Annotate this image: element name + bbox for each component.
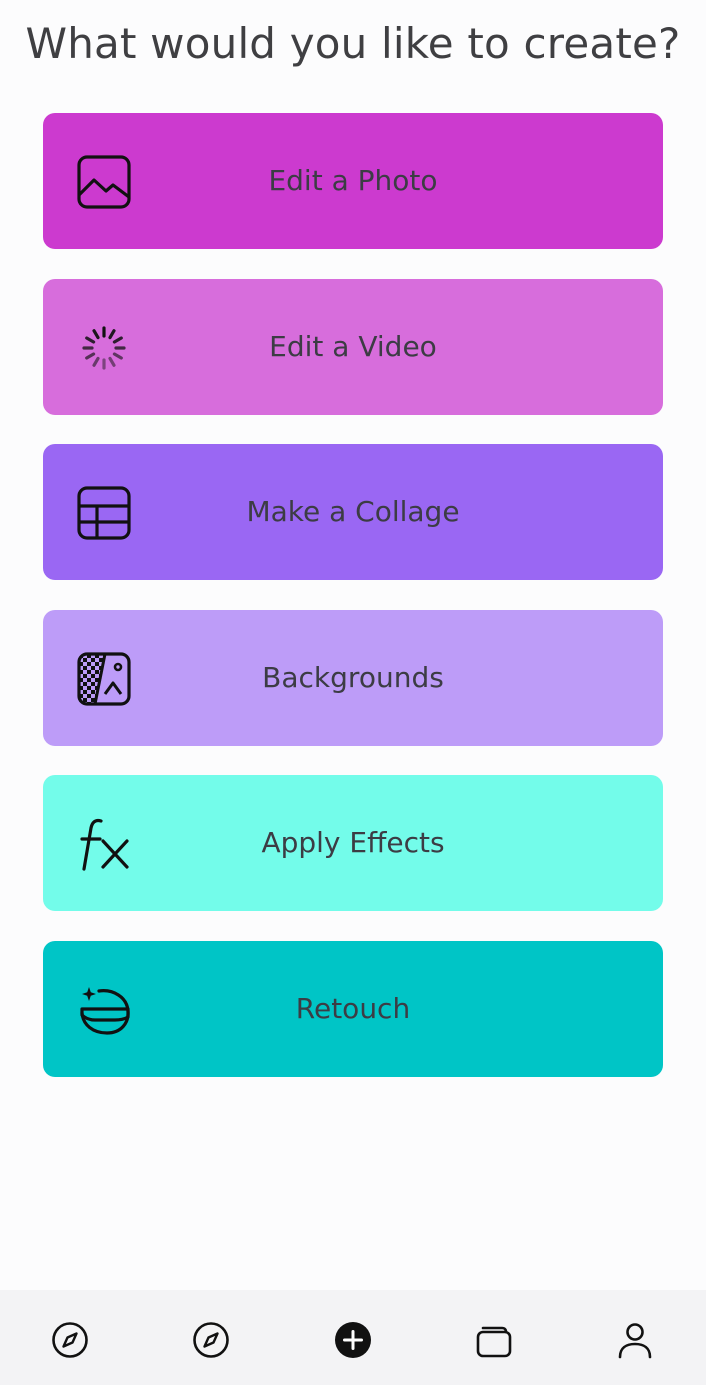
plus-circle-icon <box>335 1322 371 1358</box>
nav-explore-button[interactable] <box>191 1320 231 1360</box>
edit-photo-button[interactable]: Edit a Photo <box>43 113 663 249</box>
nav-profile-button[interactable] <box>615 1320 655 1360</box>
create-options-list: Edit a Photo Edit a Video Make a Collage… <box>43 113 663 1106</box>
bottom-navigation-bar <box>0 1290 706 1385</box>
backgrounds-button[interactable]: Backgrounds <box>43 609 663 746</box>
retouch-label: Retouch <box>295 991 411 1025</box>
profile-icon <box>618 1323 652 1359</box>
nav-create-button[interactable] <box>333 1320 373 1360</box>
folders-icon <box>476 1326 512 1358</box>
edit-video-button[interactable]: Edit a Video <box>43 278 663 415</box>
page-title: What would you like to create? <box>25 19 681 68</box>
edit-photo-label: Edit a Photo <box>268 164 438 197</box>
compass-icon <box>193 1322 229 1358</box>
edit-video-label: Edit a Video <box>269 329 437 363</box>
apply-effects-button[interactable]: Apply Effects <box>43 775 663 911</box>
nav-projects-button[interactable] <box>474 1320 514 1360</box>
compass-icon <box>52 1322 88 1358</box>
backgrounds-label: Backgrounds <box>262 660 444 694</box>
make-collage-label: Make a Collage <box>246 495 460 528</box>
retouch-button[interactable]: Retouch <box>43 940 663 1077</box>
make-collage-button[interactable]: Make a Collage <box>43 444 663 580</box>
apply-effects-label: Apply Effects <box>261 826 445 859</box>
nav-discover-button[interactable] <box>50 1320 90 1360</box>
